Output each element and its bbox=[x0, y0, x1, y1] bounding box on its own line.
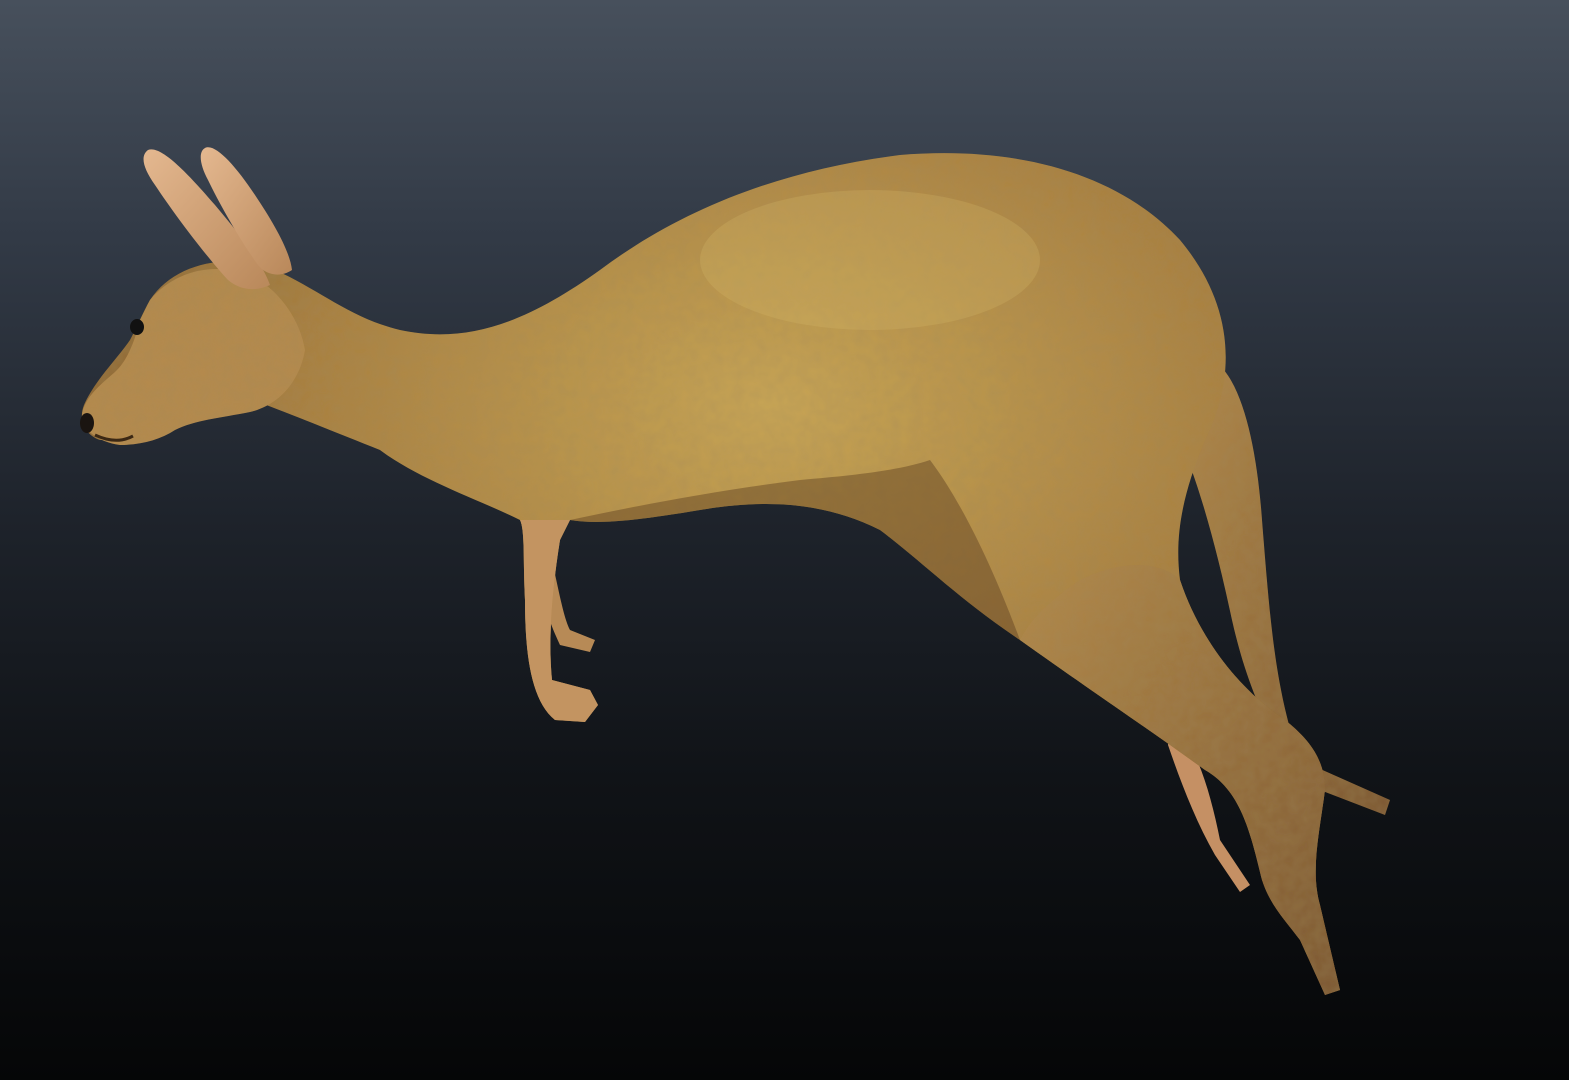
nose bbox=[80, 413, 94, 433]
3d-viewport[interactable] bbox=[0, 0, 1569, 1080]
back-highlight bbox=[700, 190, 1040, 330]
kangaroo-model-icon bbox=[80, 147, 1390, 995]
kangaroo-head bbox=[82, 268, 305, 445]
eye bbox=[130, 319, 144, 335]
near-hind-leg bbox=[1020, 565, 1340, 995]
